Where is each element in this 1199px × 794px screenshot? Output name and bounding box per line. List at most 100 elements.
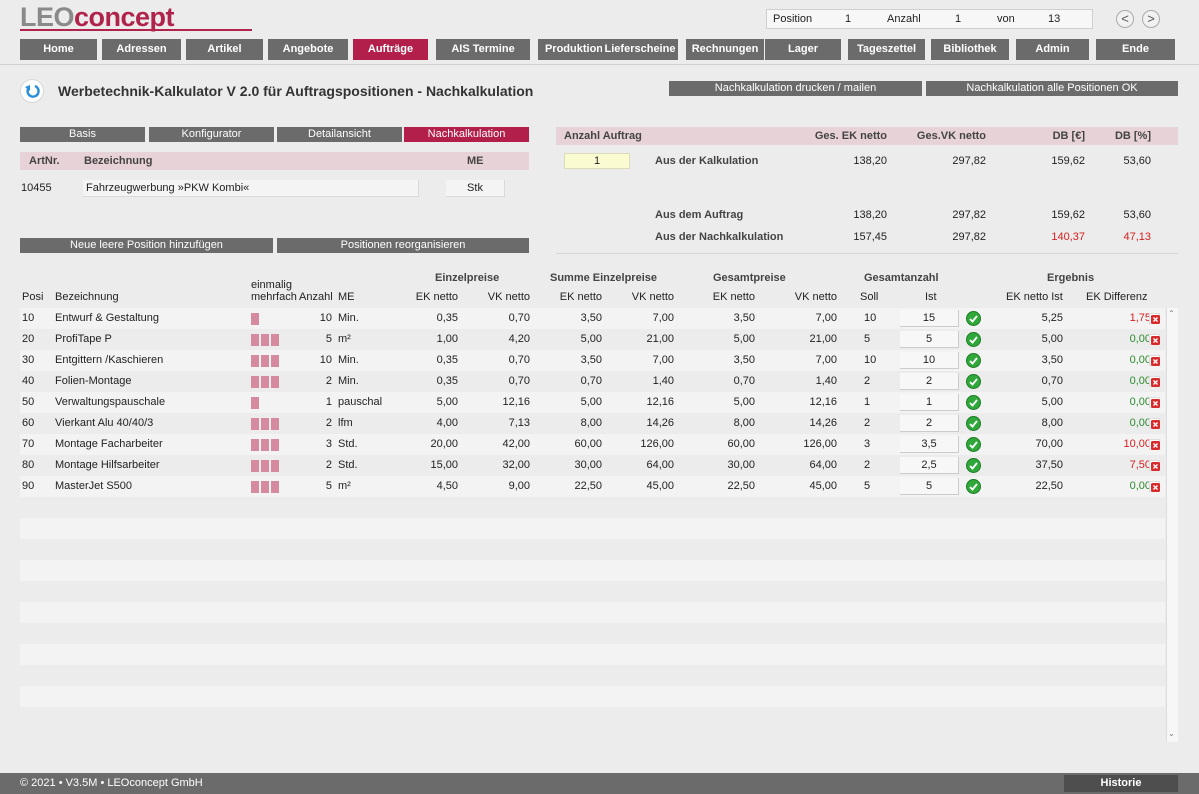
new-position-button[interactable]: Neue leere Position hinzufügen xyxy=(20,238,273,253)
ges-ek-header: Ges. EK netto xyxy=(814,130,887,142)
position-value: 1 xyxy=(845,13,852,25)
delete-icon[interactable] xyxy=(1149,355,1160,366)
cell-sek: 3,50 xyxy=(580,354,602,366)
delete-icon[interactable] xyxy=(1149,397,1160,408)
nav-tab-10[interactable]: Tageszettel xyxy=(848,39,925,60)
cell-svk: 21,00 xyxy=(646,333,674,345)
empty-row xyxy=(20,539,1165,560)
cell-vk: 0,70 xyxy=(508,375,530,387)
table-scrollbar[interactable]: ⌃ ⌄ xyxy=(1166,308,1178,742)
delete-icon[interactable] xyxy=(1149,418,1160,429)
back-button[interactable] xyxy=(20,79,44,103)
check-ok-icon[interactable] xyxy=(966,353,981,368)
table-row[interactable]: 20 ProfiTape P 5 m² 1,00 4,20 5,00 21,00 5,00 21,… xyxy=(20,329,1165,350)
check-ok-icon[interactable] xyxy=(966,332,981,347)
cell-sek: 60,00 xyxy=(574,438,602,450)
ist-input[interactable]: 15 xyxy=(900,310,959,327)
all-positions-ok-button[interactable]: Nachkalkulation alle Positionen OK xyxy=(926,81,1178,96)
frequency-bar xyxy=(271,418,279,430)
subtab-0[interactable]: Basis xyxy=(20,127,145,142)
ist-input[interactable]: 2 xyxy=(900,373,959,390)
scroll-up-icon[interactable]: ⌃ xyxy=(1168,309,1175,318)
delete-icon[interactable] xyxy=(1149,313,1160,324)
cell-bez: Entgittern /Kaschieren xyxy=(55,354,164,366)
subtab-3[interactable]: Nachkalkulation xyxy=(404,127,529,142)
delete-icon[interactable] xyxy=(1149,376,1160,387)
ist-input[interactable]: 1 xyxy=(900,394,959,411)
nav-tab-0[interactable]: Home xyxy=(20,39,97,60)
nav-tab-1[interactable]: Adressen xyxy=(102,39,181,60)
me-field[interactable]: Stk xyxy=(446,180,505,197)
check-ok-icon[interactable] xyxy=(966,458,981,473)
print-mail-button[interactable]: Nachkalkulation drucken / mailen xyxy=(669,81,922,96)
table-row[interactable]: 30 Entgittern /Kaschieren 10 Min. 0,35 0,70 3,… xyxy=(20,350,1165,371)
frequency-bars xyxy=(251,355,281,367)
historie-button[interactable]: Historie xyxy=(1064,775,1178,792)
position-label: Position xyxy=(773,13,813,25)
table-row[interactable]: 80 Montage Hilfsarbeiter 2 Std. 15,00 32,00 30… xyxy=(20,455,1165,476)
nav-tab-9[interactable]: Lager xyxy=(765,39,841,60)
check-ok-icon[interactable] xyxy=(966,311,981,326)
nav-tab-2[interactable]: Artikel xyxy=(186,39,263,60)
nav-tab-11[interactable]: Bibliothek xyxy=(931,39,1009,60)
cell-ekist: 5,25 xyxy=(1041,312,1063,324)
check-ok-icon[interactable] xyxy=(966,479,981,494)
cell-ekist: 5,00 xyxy=(1041,333,1063,345)
delete-icon[interactable] xyxy=(1149,481,1160,492)
cell-posi: 80 xyxy=(22,459,35,471)
table-row[interactable]: 10 Entwurf & Gestaltung 10 Min. 0,35 0,70 3,50… xyxy=(20,308,1165,329)
cell-vk: 0,70 xyxy=(508,312,530,324)
delete-icon[interactable] xyxy=(1149,334,1160,345)
cell-me: m² xyxy=(338,333,351,345)
table-row[interactable]: 40 Folien-Montage 2 Min. 0,35 0,70 0,70 1,40 0,7… xyxy=(20,371,1165,392)
nav-tab-6[interactable]: Produktion xyxy=(538,39,610,60)
ist-input[interactable]: 3,5 xyxy=(900,436,959,453)
bezeichnung-field[interactable]: Fahrzeugwerbung »PKW Kombi« xyxy=(83,180,419,197)
nav-tab-12[interactable]: Admin xyxy=(1016,39,1089,60)
empty-row xyxy=(20,623,1165,644)
check-ok-icon[interactable] xyxy=(966,374,981,389)
summary-ek-2: 157,45 xyxy=(853,231,887,243)
col-posi: Posi xyxy=(22,291,44,303)
cell-vk: 9,00 xyxy=(508,480,530,492)
ist-input[interactable]: 2,5 xyxy=(900,457,959,474)
scroll-down-icon[interactable]: ⌄ xyxy=(1168,729,1175,738)
col-vk-einzel: VK netto xyxy=(487,291,530,303)
cell-bez: Montage Hilfsarbeiter xyxy=(55,459,160,471)
empty-row xyxy=(20,581,1165,602)
subtab-1[interactable]: Konfigurator xyxy=(149,127,274,142)
cell-svk: 64,00 xyxy=(646,459,674,471)
frequency-bars xyxy=(251,334,281,346)
nav-tab-5[interactable]: AIS Termine xyxy=(436,39,530,60)
ist-input[interactable]: 5 xyxy=(900,331,959,348)
ist-input[interactable]: 5 xyxy=(900,478,959,495)
delete-icon[interactable] xyxy=(1149,460,1160,471)
prev-button[interactable]: < xyxy=(1116,10,1134,28)
table-row[interactable]: 90 MasterJet S500 5 m² 4,50 9,00 22,50 45,00 22,… xyxy=(20,476,1165,497)
check-ok-icon[interactable] xyxy=(966,416,981,431)
cell-posi: 90 xyxy=(22,480,35,492)
reorganize-button[interactable]: Positionen reorganisieren xyxy=(277,238,529,253)
nav-tab-3[interactable]: Angebote xyxy=(268,39,348,60)
cell-ekdiff: 0,00 xyxy=(1129,375,1151,387)
frequency-bar xyxy=(261,355,269,367)
table-row[interactable]: 70 Montage Facharbeiter 3 Std. 20,00 42,00 60,… xyxy=(20,434,1165,455)
delete-icon[interactable] xyxy=(1149,439,1160,450)
nav-tab-8[interactable]: Rechnungen xyxy=(686,39,764,60)
nav-tab-7[interactable]: Lieferscheine xyxy=(602,39,678,60)
back-arrow-icon xyxy=(25,84,40,98)
nav-tab-13[interactable]: Ende xyxy=(1096,39,1175,60)
check-ok-icon[interactable] xyxy=(966,395,981,410)
table-row[interactable]: 50 Verwaltungspauschale 1 pauschal 5,00 12,16… xyxy=(20,392,1165,413)
check-ok-icon[interactable] xyxy=(966,437,981,452)
ist-input[interactable]: 10 xyxy=(900,352,959,369)
subtab-2[interactable]: Detailansicht xyxy=(277,127,402,142)
cell-soll: 10 xyxy=(864,354,877,366)
cell-me: Min. xyxy=(338,312,359,324)
table-row[interactable]: 60 Vierkant Alu 40/40/3 2 lfm 4,00 7,13 8,00 14… xyxy=(20,413,1165,434)
nav-tab-4[interactable]: Aufträge xyxy=(353,39,428,60)
group-gesamtanzahl: Gesamtanzahl xyxy=(864,272,939,284)
anzahl-auftrag-input[interactable]: 1 xyxy=(564,153,630,169)
ist-input[interactable]: 2 xyxy=(900,415,959,432)
next-button[interactable]: > xyxy=(1142,10,1160,28)
